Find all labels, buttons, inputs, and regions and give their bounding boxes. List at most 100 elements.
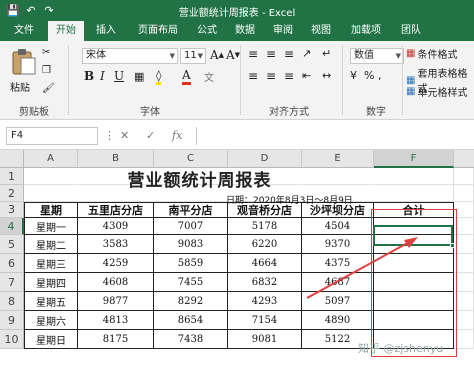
sales-cell[interactable]: 4664	[228, 254, 302, 273]
sales-cell[interactable]: 4309	[78, 218, 154, 235]
row-header[interactable]: 6	[0, 254, 24, 273]
sales-cell[interactable]: 6220	[228, 235, 302, 254]
shrink-font-icon[interactable]: A ▼	[226, 48, 240, 62]
align-left-icon[interactable]: ≡	[248, 69, 258, 83]
align-right-icon[interactable]: ≡	[284, 69, 294, 83]
weekday-cell[interactable]: 星期五	[24, 292, 78, 311]
column-header-e[interactable]: E	[302, 150, 374, 168]
conditional-format-button[interactable]: ▦ 条件格式	[406, 46, 457, 61]
row-header[interactable]: 8	[0, 292, 24, 311]
sales-cell[interactable]: 7007	[154, 218, 228, 235]
sales-cell[interactable]: 4375	[302, 254, 374, 273]
align-top-icon[interactable]: ≡	[248, 47, 258, 61]
grid-cell[interactable]	[454, 185, 474, 202]
cancel-icon[interactable]: ✕	[120, 129, 129, 142]
weekday-cell[interactable]: 星期日	[24, 330, 78, 349]
row-header[interactable]: 2	[0, 185, 24, 202]
copy-icon[interactable]: ❐	[42, 65, 51, 76]
insert-function-icon[interactable]: fx	[172, 129, 182, 142]
weekday-cell[interactable]: 星期三	[24, 254, 78, 273]
cell-styles-button[interactable]: ▦ 单元格样式	[406, 84, 467, 99]
indent-icon[interactable]: ⇤	[302, 69, 311, 82]
tab-formulas[interactable]: 公式	[190, 21, 224, 41]
grid-cell[interactable]	[374, 168, 454, 185]
merge-cells-icon[interactable]: ↔	[322, 69, 331, 82]
tab-file[interactable]: 文件	[4, 21, 44, 41]
sales-cell[interactable]: 5859	[154, 254, 228, 273]
column-header-b[interactable]: B	[78, 150, 154, 168]
sales-cell[interactable]: 9081	[228, 330, 302, 349]
align-bottom-icon[interactable]: ≡	[284, 47, 294, 61]
grow-font-icon[interactable]: A ▲	[210, 48, 224, 62]
sales-cell[interactable]: 3583	[78, 235, 154, 254]
wen-icon[interactable]: 文	[204, 69, 214, 84]
sales-cell[interactable]: 4890	[302, 311, 374, 330]
align-center-icon[interactable]: ≡	[266, 69, 276, 83]
tab-team[interactable]: 团队	[394, 21, 428, 41]
grid-cell[interactable]	[454, 311, 474, 330]
grid-cell[interactable]	[454, 202, 474, 218]
tab-home[interactable]: 开始	[48, 21, 84, 41]
table-header-cell[interactable]: 五里店分店	[78, 202, 154, 218]
sales-cell[interactable]: 4504	[302, 218, 374, 235]
align-middle-icon[interactable]: ≡	[266, 47, 276, 61]
tab-data[interactable]: 数据	[228, 21, 262, 41]
table-header-cell[interactable]: 星期	[24, 202, 78, 218]
name-box[interactable]: F4	[6, 127, 98, 145]
italic-icon[interactable]: I	[100, 69, 105, 83]
column-header-g[interactable]	[454, 150, 474, 168]
font-size-select[interactable]: 11 ▼	[180, 48, 206, 64]
orientation-icon[interactable]: ↗	[302, 47, 311, 60]
weekday-cell[interactable]: 星期二	[24, 235, 78, 254]
grid-cell[interactable]	[454, 292, 474, 311]
row-header[interactable]: 4	[0, 218, 24, 235]
percent-icon[interactable]: %	[364, 69, 374, 82]
grid-cell[interactable]	[454, 273, 474, 292]
sales-cell[interactable]: 5178	[228, 218, 302, 235]
column-header-a[interactable]: A	[24, 150, 78, 168]
format-painter-icon[interactable]: 🖌	[42, 83, 55, 94]
grid-cell[interactable]	[454, 168, 474, 185]
grid-cell[interactable]	[454, 235, 474, 254]
sales-cell[interactable]: 8654	[154, 311, 228, 330]
tab-review[interactable]: 审阅	[266, 21, 300, 41]
sales-cell[interactable]: 9370	[302, 235, 374, 254]
tab-insert[interactable]: 插入	[88, 21, 124, 41]
sales-cell[interactable]: 5097	[302, 292, 374, 311]
font-color-icon[interactable]: A	[182, 68, 191, 85]
underline-icon[interactable]: U	[114, 69, 124, 83]
grid-cell[interactable]	[454, 218, 474, 235]
comma-icon[interactable]: ,	[378, 69, 382, 82]
sales-cell[interactable]: 6832	[228, 273, 302, 292]
formula-input[interactable]	[196, 127, 474, 145]
row-header[interactable]: 7	[0, 273, 24, 292]
weekday-cell[interactable]: 星期一	[24, 218, 78, 235]
sales-cell[interactable]: 7455	[154, 273, 228, 292]
column-header-f[interactable]: F	[374, 150, 454, 168]
number-format-select[interactable]: 数值 ▼	[350, 48, 404, 64]
sales-cell[interactable]: 4259	[78, 254, 154, 273]
sales-cell[interactable]: 4293	[228, 292, 302, 311]
wrap-text-icon[interactable]: ↵	[322, 47, 331, 60]
cut-icon[interactable]: ✂	[42, 47, 50, 58]
row-header[interactable]: 9	[0, 311, 24, 330]
borders-icon[interactable]: ▦	[134, 70, 144, 83]
row-header[interactable]: 1	[0, 168, 24, 185]
sales-cell[interactable]: 9083	[154, 235, 228, 254]
row-header[interactable]: 5	[0, 235, 24, 254]
sales-cell[interactable]: 9877	[78, 292, 154, 311]
sales-cell[interactable]: 4687	[302, 273, 374, 292]
tab-addins[interactable]: 加载项	[344, 21, 388, 41]
font-name-select[interactable]: 宋体 ▼	[82, 48, 178, 64]
paste-button[interactable]: 粘贴	[6, 45, 40, 97]
weekday-cell[interactable]: 星期四	[24, 273, 78, 292]
currency-icon[interactable]: ¥	[350, 69, 357, 82]
row-header[interactable]: 3	[0, 202, 24, 218]
sales-cell[interactable]: 8292	[154, 292, 228, 311]
tab-page-layout[interactable]: 页面布局	[130, 21, 186, 41]
table-header-cell[interactable]: 南平分店	[154, 202, 228, 218]
sales-cell[interactable]: 8175	[78, 330, 154, 349]
grid-cell[interactable]	[454, 254, 474, 273]
column-header-c[interactable]: C	[154, 150, 228, 168]
column-header-d[interactable]: D	[228, 150, 302, 168]
